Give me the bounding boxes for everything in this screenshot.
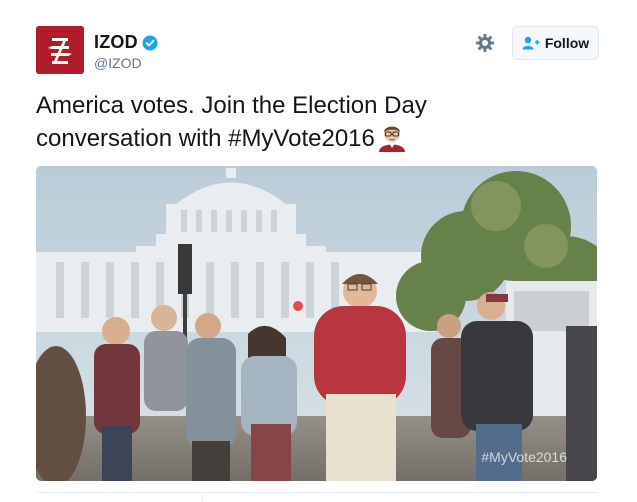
voter-emoji-icon bbox=[378, 126, 405, 152]
divider bbox=[36, 492, 597, 493]
avatar[interactable] bbox=[36, 26, 84, 74]
account-info: IZOD @IZOD bbox=[94, 32, 158, 71]
follow-label: Follow bbox=[544, 35, 590, 51]
display-name[interactable]: IZOD bbox=[94, 32, 138, 53]
tweet-text-line2: conversation with bbox=[36, 125, 229, 152]
tweet-media[interactable]: #MyVote2016 bbox=[36, 166, 597, 481]
tweet-text: America votes. Join the Election Day con… bbox=[36, 90, 601, 155]
media-watermark: #MyVote2016 bbox=[481, 449, 567, 465]
verified-badge-icon bbox=[142, 35, 158, 50]
follow-button[interactable]: Follow bbox=[512, 26, 599, 60]
add-user-icon bbox=[522, 36, 540, 50]
gear-icon[interactable] bbox=[475, 33, 495, 53]
tweet-text-line1: America votes. Join the Election Day bbox=[36, 92, 427, 119]
stats-divider bbox=[202, 492, 203, 502]
izod-logo-icon bbox=[36, 26, 84, 74]
media-scene bbox=[36, 166, 597, 481]
account-handle[interactable]: @IZOD bbox=[94, 55, 158, 71]
tweet-header: IZOD @IZOD Follow bbox=[36, 26, 601, 76]
hashtag-link[interactable]: #MyVote2016 bbox=[228, 125, 375, 152]
